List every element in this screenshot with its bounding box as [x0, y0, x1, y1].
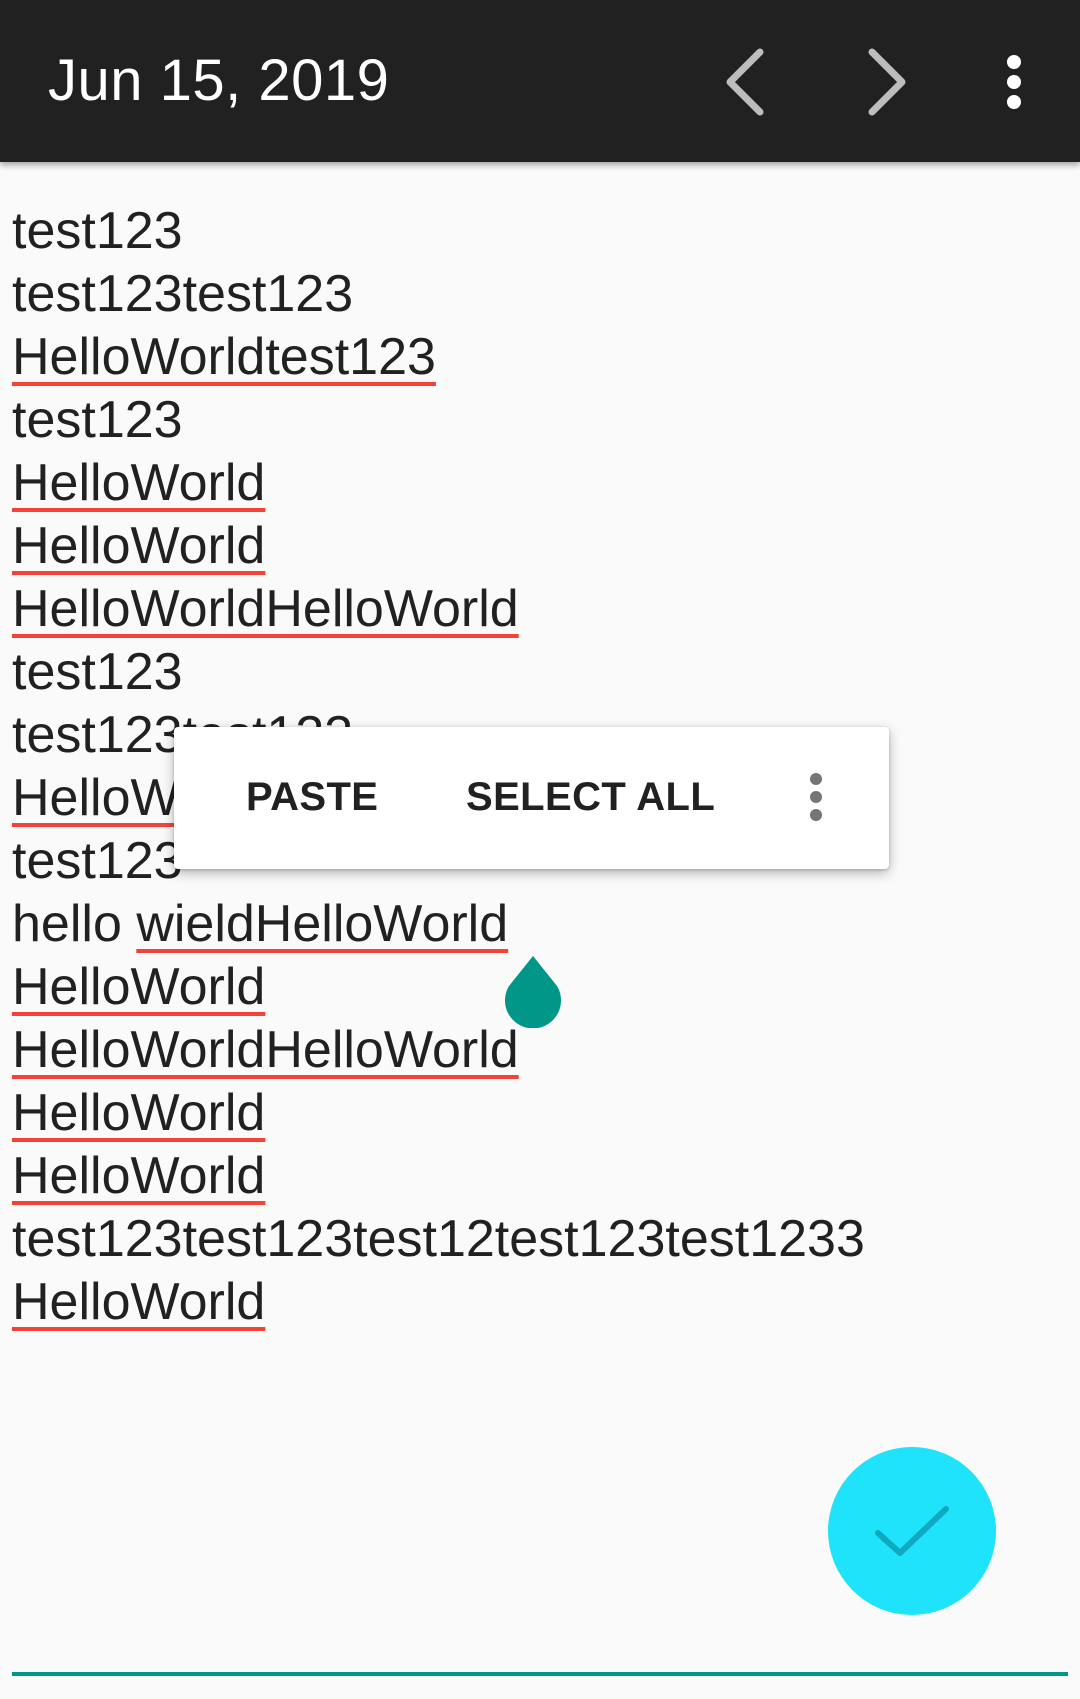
editor-line[interactable]: HelloWorld [12, 1082, 265, 1145]
editor-line[interactable]: test123test123test12test123test1233 [12, 1208, 865, 1271]
chevron-left-icon [726, 48, 764, 116]
editor-line[interactable]: test123 [12, 200, 183, 263]
select-all-button[interactable]: SELECT ALL [466, 773, 715, 821]
misspelled-word[interactable]: HelloWorld [12, 1273, 265, 1331]
app-bar: Jun 15, 2019 [0, 0, 1080, 162]
editor-line[interactable]: HelloWorldHelloWorld [12, 1019, 519, 1082]
editor-line[interactable]: test123 [12, 389, 183, 452]
editor-line[interactable]: HelloWorld [12, 515, 265, 578]
editor-line[interactable]: HelloWorld [12, 1145, 265, 1208]
text-cursor-handle-icon [505, 956, 561, 1029]
misspelled-word[interactable]: HelloWorld [12, 1147, 265, 1205]
cursor-handle[interactable] [502, 954, 564, 1029]
save-fab[interactable] [828, 1447, 996, 1615]
misspelled-word[interactable]: HelloWorld [12, 1084, 265, 1142]
toolbar-more-button[interactable] [786, 767, 846, 827]
editor-line[interactable]: HelloWorldHelloWorld [12, 578, 519, 641]
editor-line[interactable]: HelloWorld [12, 1271, 265, 1334]
app-root: Jun 15, 2019 test123 test123test123 Hell… [0, 0, 1080, 1699]
editor-focus-underline [12, 1672, 1068, 1676]
date-title: Jun 15, 2019 [48, 48, 390, 113]
editor-line[interactable]: HelloWorld [12, 452, 265, 515]
misspelled-word[interactable]: HelloWorldHelloWorld [12, 580, 519, 638]
misspelled-word[interactable]: HelloWorld [12, 454, 265, 512]
misspelled-word[interactable]: HelloWorld [12, 517, 265, 575]
chevron-right-icon [868, 48, 906, 116]
editor-line[interactable]: HelloWorld [12, 956, 265, 1019]
misspelled-word[interactable]: wieldHelloWorld [136, 895, 508, 953]
check-icon [875, 1506, 949, 1556]
editor-line[interactable]: HelloWorldtest123 [12, 326, 436, 389]
misspelled-word[interactable]: HelloWorldtest123 [12, 328, 436, 386]
paste-button[interactable]: PASTE [246, 773, 378, 821]
previous-day-button[interactable] [702, 40, 786, 124]
editor-line[interactable]: hello wieldHelloWorld [12, 893, 508, 956]
editor-line[interactable]: test123test123 [12, 263, 353, 326]
editor-line[interactable]: test123 [12, 641, 183, 704]
text-selection-toolbar: PASTE SELECT ALL [174, 727, 889, 869]
more-vert-icon [810, 773, 822, 821]
overflow-menu-button[interactable] [972, 40, 1056, 124]
editor-line[interactable]: test123 [12, 830, 183, 893]
more-vert-icon [1007, 55, 1021, 109]
next-day-button[interactable] [846, 40, 930, 124]
misspelled-word[interactable]: HelloWorld [12, 958, 265, 1016]
misspelled-word[interactable]: HelloWorldHelloWorld [12, 1021, 519, 1079]
